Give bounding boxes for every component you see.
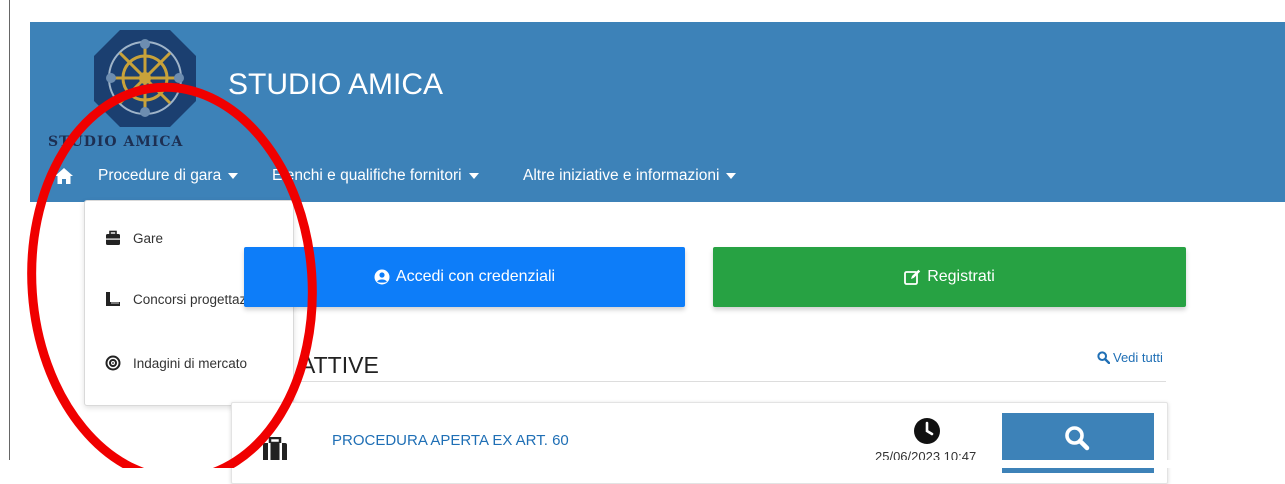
register-button[interactable]: Registrati bbox=[713, 247, 1186, 307]
dropdown-item-label: Gare bbox=[133, 230, 164, 246]
briefcase-icon bbox=[106, 230, 120, 245]
chevron-down-icon bbox=[228, 172, 239, 179]
section-title: ATTIVE bbox=[300, 352, 379, 378]
studio-amica-logo bbox=[94, 30, 196, 127]
dropdown-item-label: Indagini di mercato bbox=[133, 355, 248, 371]
dropdown-item-indagini[interactable]: Indagini di mercato bbox=[85, 348, 293, 378]
nav-altre-iniziative[interactable]: Altre iniziative e informazioni bbox=[523, 167, 737, 185]
see-all-link[interactable]: Vedi tutti bbox=[1097, 350, 1163, 365]
search-icon bbox=[1065, 426, 1090, 451]
clock-icon bbox=[914, 418, 940, 444]
edit-icon bbox=[904, 269, 921, 285]
brand-title[interactable]: STUDIO AMICA bbox=[228, 68, 443, 102]
home-icon[interactable] bbox=[54, 166, 74, 186]
window-left-border bbox=[9, 0, 10, 468]
login-button-label: Accedi con credenziali bbox=[395, 268, 556, 285]
register-button-label: Registrati bbox=[927, 268, 995, 285]
nav-label: Altre iniziative e informazioni bbox=[523, 167, 720, 184]
nav-procedure-di-gara[interactable]: Procedure di gara bbox=[98, 167, 239, 185]
section-divider bbox=[300, 381, 1166, 382]
nav-label: Procedure di gara bbox=[98, 167, 222, 184]
user-circle-icon bbox=[374, 269, 390, 285]
nav-elenchi-qualifiche[interactable]: Elenchi e qualifiche fornitori bbox=[272, 167, 479, 185]
ruler-icon bbox=[106, 292, 120, 306]
logo-caption: STUDIO AMICA bbox=[48, 134, 184, 150]
see-all-label: Vedi tutti bbox=[1113, 350, 1163, 365]
login-button[interactable]: Accedi con credenziali bbox=[244, 247, 685, 307]
chevron-down-icon bbox=[726, 172, 737, 179]
procedure-title-link[interactable]: PROCEDURA APERTA EX ART. 60 bbox=[332, 432, 569, 449]
search-icon bbox=[1097, 351, 1110, 364]
page-bottom-edge bbox=[0, 460, 1285, 468]
target-icon bbox=[105, 355, 121, 371]
nav-label: Elenchi e qualifiche fornitori bbox=[272, 167, 462, 184]
chevron-down-icon bbox=[468, 172, 479, 179]
